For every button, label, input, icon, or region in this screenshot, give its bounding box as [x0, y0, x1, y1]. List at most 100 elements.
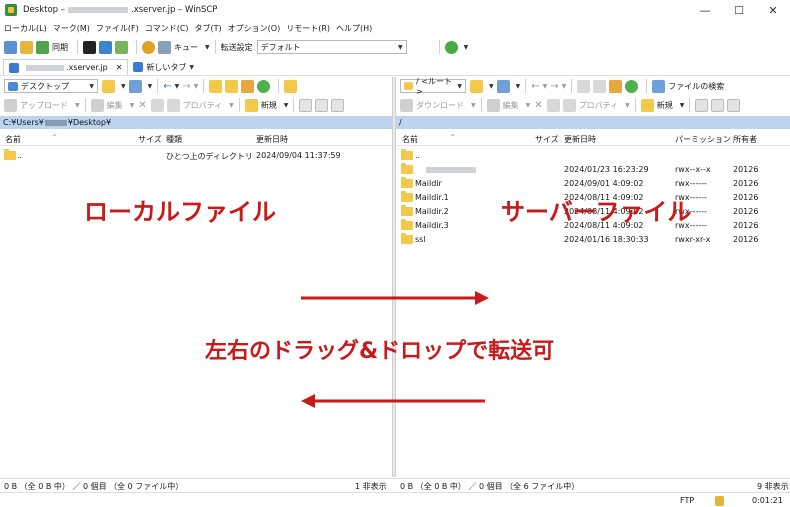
menu-command[interactable]: コマンド(C) — [145, 23, 189, 34]
edit-icon[interactable] — [486, 98, 500, 112]
properties-icon[interactable] — [166, 98, 180, 112]
chevron-down-icon[interactable]: ▼ — [229, 102, 234, 109]
refresh-session-icon[interactable] — [115, 40, 128, 54]
column-size[interactable]: サイズ — [138, 134, 162, 145]
column-modified[interactable]: 更新日時 — [564, 134, 596, 145]
chevron-down-icon[interactable]: ▼ — [489, 83, 494, 90]
menu-help[interactable]: ヘルプ(H) — [336, 23, 372, 34]
column-name[interactable]: 名前 — [5, 134, 21, 145]
new-button[interactable]: 新規 — [261, 100, 277, 111]
tab-new[interactable]: 新しいタブ ▼ — [128, 59, 199, 75]
tab-session[interactable]: .xserver.jp ✕ — [3, 59, 129, 75]
select-all-icon[interactable] — [695, 98, 709, 112]
unselect-icon[interactable] — [315, 98, 329, 112]
back-arrow-icon[interactable]: ← — [163, 81, 171, 92]
refresh-icon[interactable] — [257, 79, 271, 93]
chevron-down-icon[interactable]: ▼ — [75, 102, 80, 109]
find-files-icon[interactable] — [284, 79, 298, 93]
chevron-down-icon[interactable]: ▼ — [148, 83, 153, 90]
chevron-down-icon[interactable]: ▼ — [130, 102, 135, 109]
close-tab-icon[interactable]: ✕ — [116, 63, 123, 72]
chevron-down-icon[interactable]: ▼ — [194, 83, 199, 90]
chevron-down-icon[interactable]: ▼ — [526, 102, 531, 109]
filter-icon[interactable] — [496, 79, 510, 93]
chevron-down-icon[interactable]: ▼ — [680, 102, 685, 109]
chevron-down-icon[interactable]: ▼ — [189, 64, 194, 71]
chevron-down-icon[interactable]: ▼ — [175, 83, 180, 90]
edit-button[interactable]: 編集 — [503, 100, 519, 111]
column-owner[interactable]: 所有者 — [733, 134, 757, 145]
back-arrow-icon[interactable]: ← — [531, 81, 539, 92]
home-icon[interactable] — [609, 79, 623, 93]
refresh-icon[interactable] — [625, 79, 639, 93]
remote-path-bar[interactable]: / — [396, 116, 790, 129]
list-item[interactable]: ssl 2024/01/16 18:30:33 rwxr-xr-x 20126 — [396, 233, 790, 247]
column-modified[interactable]: 更新日時 — [256, 134, 288, 145]
properties-button[interactable]: プロパティ — [183, 100, 223, 111]
synchronize-label[interactable]: 同期 — [52, 42, 68, 53]
find-files-icon[interactable] — [652, 79, 666, 93]
root-directory-icon[interactable] — [593, 79, 607, 93]
rename-icon[interactable] — [150, 98, 164, 112]
remote-folder-select[interactable]: / <ルート> ▼ — [400, 77, 466, 96]
sync-browse-icon[interactable] — [20, 40, 33, 54]
forward-arrow-icon[interactable]: → — [182, 81, 190, 92]
parent-directory-icon[interactable] — [209, 79, 223, 93]
delete-icon[interactable]: ✕ — [138, 100, 146, 111]
edit-icon[interactable] — [90, 98, 104, 112]
chevron-down-icon[interactable]: ▼ — [284, 102, 289, 109]
chevron-down-icon[interactable]: ▼ — [562, 83, 567, 90]
minimize-button[interactable]: — — [688, 0, 722, 20]
maximize-button[interactable]: ☐ — [722, 0, 756, 20]
column-size[interactable]: サイズ — [535, 134, 559, 145]
new-folder-icon[interactable] — [640, 98, 654, 112]
new-folder-icon[interactable] — [244, 98, 258, 112]
preferences-gear-icon[interactable] — [142, 40, 155, 54]
queue-icon[interactable] — [158, 40, 171, 54]
menu-file[interactable]: ファイル(F) — [96, 23, 139, 34]
download-icon[interactable] — [400, 98, 413, 112]
open-folder-icon[interactable] — [470, 79, 483, 93]
chevron-down-icon[interactable]: ▼ — [625, 102, 630, 109]
queue-dropdown-icon[interactable]: ▼ — [205, 44, 210, 51]
transfer-settings-select[interactable]: デフォルト ▼ — [256, 40, 407, 54]
menu-options[interactable]: オプション(O) — [228, 23, 281, 34]
menu-tab[interactable]: タブ(T) — [195, 23, 222, 34]
putty-icon[interactable] — [99, 40, 112, 54]
menu-local[interactable]: ローカル(L) — [4, 23, 47, 34]
column-name[interactable]: 名前 — [402, 134, 418, 145]
select-all-icon[interactable] — [299, 98, 313, 112]
console-icon[interactable] — [83, 40, 96, 54]
chevron-down-icon[interactable]: ▼ — [543, 83, 548, 90]
remote-hidden-count[interactable]: 9 非表示 — [757, 481, 789, 492]
chevron-down-icon[interactable]: ▼ — [471, 102, 476, 109]
find-files-button[interactable]: ファイルの検索 — [668, 81, 724, 92]
parent-directory-icon[interactable] — [577, 79, 591, 93]
upload-icon[interactable] — [4, 98, 17, 112]
edit-button[interactable]: 編集 — [107, 100, 123, 111]
globe-icon[interactable] — [444, 40, 458, 54]
properties-button[interactable]: プロパティ — [579, 100, 619, 111]
home-icon[interactable] — [241, 79, 255, 93]
filter-select-icon[interactable] — [331, 98, 345, 112]
chevron-down-icon[interactable]: ▼ — [516, 83, 521, 90]
list-item[interactable]: .. — [396, 149, 790, 163]
unselect-icon[interactable] — [711, 98, 725, 112]
list-item[interactable]: Maildir 2024/09/01 4:09:02 rwx------ 201… — [396, 177, 790, 191]
chevron-down-icon[interactable]: ▼ — [121, 83, 126, 90]
synchronize-icon[interactable] — [36, 40, 49, 54]
menu-mark[interactable]: マーク(M) — [53, 23, 90, 34]
compare-directories-icon[interactable] — [4, 40, 17, 54]
download-button[interactable]: ダウンロード — [416, 100, 464, 111]
new-button[interactable]: 新規 — [657, 100, 673, 111]
delete-icon[interactable]: ✕ — [534, 100, 542, 111]
rename-icon[interactable] — [546, 98, 560, 112]
close-window-button[interactable]: ✕ — [756, 0, 790, 20]
globe-dropdown-icon[interactable]: ▼ — [464, 44, 469, 51]
properties-icon[interactable] — [562, 98, 576, 112]
lock-icon[interactable] — [715, 496, 724, 506]
local-path-bar[interactable]: C:¥Users¥ ¥Desktop¥ — [0, 116, 392, 129]
list-item[interactable]: .. ひとつ上のディレクトリ 2024/09/04 11:37:59 — [0, 149, 392, 163]
root-directory-icon[interactable] — [225, 79, 239, 93]
column-type[interactable]: 種類 — [166, 134, 182, 145]
